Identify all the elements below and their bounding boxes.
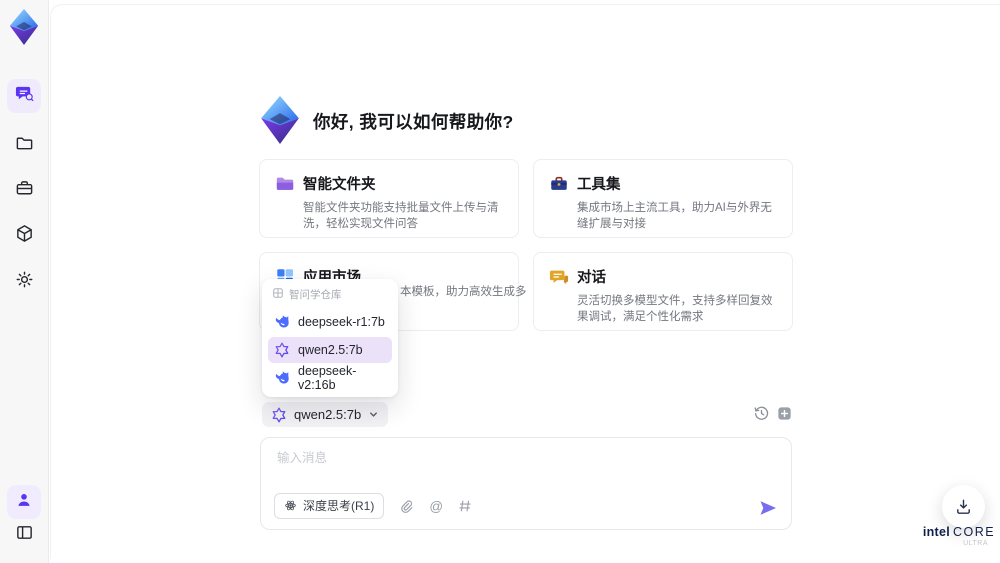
intel-brand-text: intel <box>922 525 951 539</box>
card-dialogue[interactable]: 对话 灵活切换多模型文件，支持多样回复效果调试，满足个性化需求 <box>533 252 793 331</box>
model-dropdown-group-header: 智问学仓库 <box>268 286 392 307</box>
model-option-qwen[interactable]: qwen2.5:7b <box>268 337 392 363</box>
atom-icon <box>284 499 297 512</box>
model-option-label: deepseek-r1:7b <box>298 315 385 329</box>
card-toolset[interactable]: 工具集 集成市场上主流工具，助力AI与外界无缝扩展与对接 <box>533 159 793 238</box>
card-description: 集成市场上主流工具，助力AI与外界无缝扩展与对接 <box>577 202 772 230</box>
new-chat-plus-icon[interactable] <box>776 405 793 422</box>
sidebar-item-chat[interactable] <box>7 79 41 113</box>
model-option-label: qwen2.5:7b <box>298 343 363 357</box>
sidebar-item-folders[interactable] <box>7 128 41 162</box>
chat-bubble-icon <box>15 84 34 108</box>
model-selector-button[interactable]: qwen2.5:7b <box>262 402 389 427</box>
sidebar-item-toolbox[interactable] <box>7 174 41 208</box>
intel-product-text: core <box>953 525 996 539</box>
model-dropdown-group-label: 智问学仓库 <box>289 289 342 301</box>
chevron-down-icon <box>368 409 379 420</box>
card-smart-folder[interactable]: 智能文件夹 智能文件夹功能支持批量文件上传与清洗，轻松实现文件问答 <box>259 159 519 238</box>
app-window: 你好, 我可以如何帮助你? 智能文件夹 智能文件夹功能支持批量文件上传与清洗，轻… <box>0 0 1000 563</box>
folder-icon <box>15 133 34 157</box>
at-sign-icon[interactable]: @ <box>429 499 443 514</box>
hero-logo-icon <box>257 96 303 144</box>
model-dropdown: 智问学仓库 deepseek-r1:7b qwen2.5:7b deepseek… <box>262 279 398 397</box>
intel-core-badge: intel core ultra <box>920 525 998 547</box>
card-description: 灵活切换多模型文件，支持多样回复效果调试，满足个性化需求 <box>577 295 773 323</box>
sidebar-item-apps[interactable] <box>7 219 41 253</box>
qwen-star-icon <box>271 407 287 423</box>
message-input-placeholder: 输入消息 <box>277 451 328 465</box>
history-icon[interactable] <box>753 405 770 422</box>
deepseek-whale-icon <box>274 314 290 330</box>
card-description: 智能文件夹功能支持批量文件上传与清洗，轻松实现文件问答 <box>303 202 499 230</box>
intel-tier-text: ultra <box>963 540 988 547</box>
paperclip-icon[interactable] <box>399 499 414 514</box>
download-icon <box>954 497 973 516</box>
greeting-title: 你好, 我可以如何帮助你? <box>313 112 514 132</box>
send-plane-icon[interactable] <box>758 498 778 518</box>
model-option-deepseek-v2[interactable]: deepseek-v2:16b <box>268 364 392 392</box>
card-title: 对话 <box>577 270 606 286</box>
gold-chat-icon <box>549 267 569 287</box>
card-title: 智能文件夹 <box>303 177 376 193</box>
briefcase-icon <box>15 179 34 203</box>
app-logo-icon <box>8 9 40 45</box>
model-source-icon <box>272 287 284 302</box>
message-input[interactable]: 输入消息 深度思考(R1) @ <box>260 437 792 530</box>
download-button[interactable] <box>942 485 985 528</box>
gear-icon <box>15 270 34 294</box>
person-icon <box>15 491 33 514</box>
sidebar-item-user[interactable] <box>7 485 41 519</box>
deep-think-label: 深度思考(R1) <box>303 499 375 513</box>
deep-think-toggle[interactable]: 深度思考(R1) <box>274 493 385 519</box>
card-description-fragment: 本模板，助力高效生成多 <box>400 286 527 298</box>
model-option-deepseek-r1[interactable]: deepseek-r1:7b <box>268 309 392 335</box>
sidebar-item-panel-toggle[interactable] <box>7 518 41 552</box>
card-title: 工具集 <box>577 177 621 193</box>
model-option-label: deepseek-v2:16b <box>298 364 357 392</box>
deepseek-whale-icon <box>274 370 290 386</box>
model-selector-label: qwen2.5:7b <box>294 407 362 422</box>
sidebar-item-settings[interactable] <box>7 265 41 299</box>
navy-briefcase-icon <box>549 174 569 194</box>
hash-grid-icon[interactable] <box>458 499 473 514</box>
sidebar <box>0 0 49 563</box>
qwen-star-icon <box>274 342 290 358</box>
panel-layout-icon <box>15 523 34 547</box>
purple-folder-icon <box>275 174 295 194</box>
cube-icon <box>15 224 34 248</box>
